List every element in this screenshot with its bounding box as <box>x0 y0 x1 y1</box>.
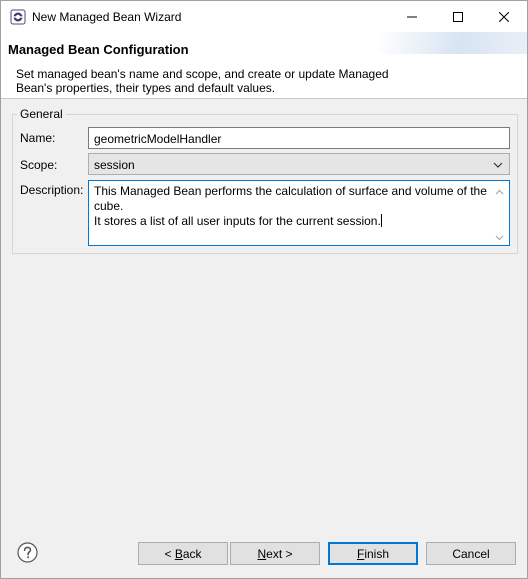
wizard-window: New Managed Bean Wizard Managed Bean Con… <box>0 0 528 579</box>
title-bar[interactable]: New Managed Bean Wizard <box>1 1 527 32</box>
cancel-button[interactable]: Cancel <box>426 542 516 565</box>
close-icon <box>499 11 509 22</box>
back-button-label: ack <box>182 546 202 561</box>
close-button[interactable] <box>481 1 527 32</box>
eclipse-wizard-icon <box>10 9 26 25</box>
description-textarea[interactable]: This Managed Bean performs the calculati… <box>88 180 510 246</box>
banner-decoration <box>377 32 527 54</box>
finish-button-mnemonic: F <box>356 546 365 561</box>
help-icon[interactable] <box>17 542 38 563</box>
back-button[interactable]: < Back <box>138 542 228 565</box>
cancel-button-label: Cancel <box>452 546 490 561</box>
text-cursor <box>380 214 382 227</box>
maximize-icon <box>453 11 463 22</box>
scroll-down-icon[interactable] <box>495 231 504 241</box>
description-label: Description: <box>20 183 84 197</box>
scope-select[interactable]: session <box>88 153 510 175</box>
minimize-icon <box>407 16 417 17</box>
page-description-line: Set managed bean's name and scope, and c… <box>16 67 389 81</box>
scroll-up-icon[interactable] <box>495 186 504 195</box>
description-line: It stores a list of all user inputs for … <box>94 214 489 229</box>
minimize-button[interactable] <box>389 1 435 32</box>
scope-select-value: session <box>94 158 135 172</box>
description-line-text: It stores a list of all user inputs for … <box>94 214 381 228</box>
next-button-mnemonic: N <box>257 546 267 561</box>
back-button-prefix: < <box>164 546 175 561</box>
window-title: New Managed Bean Wizard <box>32 10 182 24</box>
next-button[interactable]: Next > <box>230 542 320 565</box>
next-button-label: ext > <box>266 546 293 561</box>
chevron-down-icon <box>493 159 503 169</box>
description-line: This Managed Bean performs the calculati… <box>94 184 487 198</box>
page-description-line: Bean's properties, their types and defau… <box>16 81 276 95</box>
maximize-button[interactable] <box>435 1 481 32</box>
page-title: Managed Bean Configuration <box>8 42 189 57</box>
name-field[interactable]: geometricModelHandler <box>88 127 510 149</box>
description-line: cube. <box>94 199 124 213</box>
back-button-mnemonic: B <box>174 546 183 561</box>
name-label: Name: <box>20 131 56 145</box>
finish-button-label: inish <box>364 546 390 561</box>
header-banner: Managed Bean Configuration Set managed b… <box>1 32 527 99</box>
group-legend: General <box>17 107 66 121</box>
name-field-value: geometricModelHandler <box>94 132 222 146</box>
page-description: Set managed bean's name and scope, and c… <box>16 67 396 95</box>
finish-button[interactable]: Finish <box>328 542 418 565</box>
scope-label: Scope: <box>20 158 58 172</box>
